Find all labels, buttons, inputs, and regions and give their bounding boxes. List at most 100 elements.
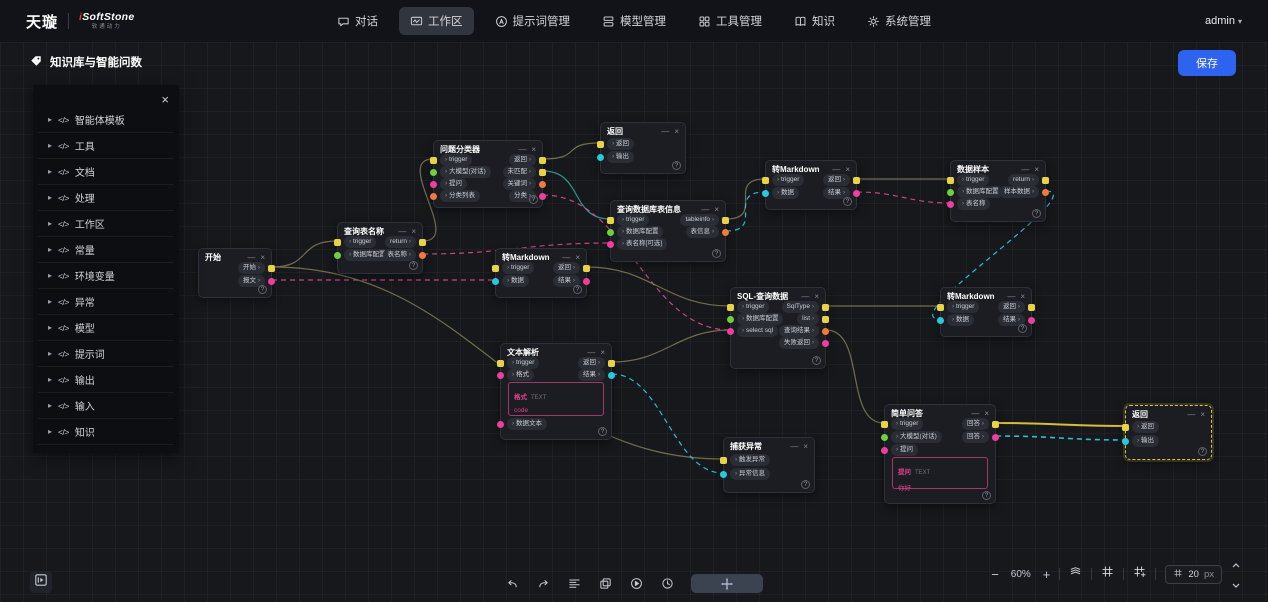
snap-objects-icon[interactable]: [1133, 565, 1146, 583]
pan-tool-button[interactable]: [691, 574, 763, 593]
close-icon[interactable]: ×: [161, 92, 169, 107]
sidebar-item-智能体模板[interactable]: ▸</>智能体模板: [38, 107, 174, 133]
field-value[interactable]: code: [514, 407, 598, 414]
nav-item-workspace[interactable]: 工作区: [399, 7, 474, 35]
help-icon[interactable]: ?: [258, 285, 267, 294]
output-port-dot[interactable]: [822, 316, 829, 323]
help-icon[interactable]: ?: [1032, 209, 1041, 218]
output-port-dot[interactable]: [539, 157, 546, 164]
close-button[interactable]: ×: [411, 227, 416, 236]
input-port-dot[interactable]: [334, 239, 341, 246]
output-port-dot[interactable]: [268, 265, 275, 272]
input-port-dot[interactable]: [607, 229, 614, 236]
minimize-button[interactable]: —: [398, 227, 406, 236]
close-button[interactable]: ×: [814, 292, 819, 301]
sidebar-item-处理[interactable]: ▸</>处理: [38, 185, 174, 211]
sidebar-item-输出[interactable]: ▸</>输出: [38, 367, 174, 393]
snap-grid-icon[interactable]: [1101, 565, 1114, 583]
output-port-dot[interactable]: [583, 278, 590, 285]
nav-item-gear[interactable]: 系统管理: [856, 7, 942, 35]
help-icon[interactable]: ?: [982, 491, 991, 500]
palette-toggle-button[interactable]: [30, 571, 52, 593]
input-port-dot[interactable]: [430, 169, 437, 176]
minimize-button[interactable]: —: [1007, 292, 1015, 301]
align-button[interactable]: [567, 577, 582, 590]
input-port-dot[interactable]: [1122, 438, 1129, 445]
output-port-dot[interactable]: [419, 239, 426, 246]
node-问题分类器[interactable]: 问题分类器—×› trigger› 大模型(对话)› 提问› 分类列表返回 ›未…: [433, 140, 543, 208]
nav-item-chat[interactable]: 对话: [326, 7, 389, 35]
edge[interactable]: [996, 423, 1125, 426]
user-menu[interactable]: admin ▾: [1205, 15, 1242, 27]
stepper-down-icon[interactable]: [1232, 575, 1240, 593]
minimize-button[interactable]: —: [971, 409, 979, 418]
undo-button[interactable]: [505, 577, 520, 590]
minimize-button[interactable]: —: [801, 292, 809, 301]
output-port-dot[interactable]: [722, 229, 729, 236]
node-返回[interactable]: 返回—×› 返回› 输出?: [1125, 405, 1212, 460]
sidebar-item-环境变量[interactable]: ▸</>环境变量: [38, 263, 174, 289]
input-port-dot[interactable]: [1122, 424, 1129, 431]
input-port-dot[interactable]: [430, 157, 437, 164]
output-port-dot[interactable]: [268, 278, 275, 285]
minimize-button[interactable]: —: [247, 253, 255, 262]
close-button[interactable]: ×: [845, 165, 850, 174]
output-port-dot[interactable]: [539, 193, 546, 200]
minimize-button[interactable]: —: [832, 165, 840, 174]
input-port-dot[interactable]: [762, 190, 769, 197]
edge[interactable]: [612, 330, 730, 362]
node-转Markdown[interactable]: 转Markdown—×› trigger› 数据返回 ›结果 ›?: [940, 287, 1032, 337]
output-port-dot[interactable]: [822, 328, 829, 335]
minimize-button[interactable]: —: [518, 145, 526, 154]
input-port-dot[interactable]: [597, 154, 604, 161]
nav-item-prompt[interactable]: 提示词管理: [484, 7, 582, 35]
output-port-dot[interactable]: [608, 372, 615, 379]
edge[interactable]: [857, 192, 950, 203]
input-port-dot[interactable]: [492, 278, 499, 285]
input-port-dot[interactable]: [597, 141, 604, 148]
output-port-dot[interactable]: [853, 190, 860, 197]
input-port-dot[interactable]: [947, 189, 954, 196]
zoom-out-button[interactable]: −: [991, 568, 999, 581]
help-icon[interactable]: ?: [1198, 447, 1207, 456]
input-port-dot[interactable]: [937, 317, 944, 324]
edge[interactable]: [826, 330, 884, 423]
input-port-dot[interactable]: [727, 328, 734, 335]
minimize-button[interactable]: —: [1187, 410, 1195, 419]
help-icon[interactable]: ?: [1018, 324, 1027, 333]
minimize-button[interactable]: —: [661, 127, 669, 136]
node-text-field[interactable]: 提问TEXT你好: [892, 457, 988, 489]
node-查询表名称[interactable]: 查询表名称—×› trigger› 数据库配置return ›表名称 ›?: [337, 222, 423, 274]
node-文本解析[interactable]: 文本解析—×› trigger› 格式› 数据文本返回 ›结果 ›格式TEXTc…: [500, 343, 612, 440]
input-port-dot[interactable]: [727, 316, 734, 323]
minimize-button[interactable]: —: [587, 348, 595, 357]
output-port-dot[interactable]: [822, 340, 829, 347]
output-port-dot[interactable]: [583, 265, 590, 272]
node-返回[interactable]: 返回—×› 返回› 输出?: [600, 122, 686, 174]
help-icon[interactable]: ?: [409, 261, 418, 270]
input-port-dot[interactable]: [947, 201, 954, 208]
input-port-dot[interactable]: [430, 193, 437, 200]
stepper-up-icon[interactable]: [1232, 555, 1240, 573]
nav-item-tools[interactable]: 工具管理: [687, 7, 773, 35]
output-port-dot[interactable]: [822, 304, 829, 311]
grid-size-value[interactable]: 20: [1188, 569, 1199, 580]
close-button[interactable]: ×: [1034, 165, 1039, 174]
close-button[interactable]: ×: [1020, 292, 1025, 301]
output-port-dot[interactable]: [1028, 317, 1035, 324]
input-port-dot[interactable]: [497, 421, 504, 428]
input-port-dot[interactable]: [607, 217, 614, 224]
output-port-dot[interactable]: [1042, 177, 1049, 184]
input-port-dot[interactable]: [492, 265, 499, 272]
close-button[interactable]: ×: [674, 127, 679, 136]
input-port-dot[interactable]: [937, 304, 944, 311]
node-查询数据库表信息[interactable]: 查询数据库表信息—×› trigger› 数据库配置› 表名称[可选]table…: [610, 200, 726, 262]
close-button[interactable]: ×: [803, 442, 808, 451]
output-port-dot[interactable]: [853, 177, 860, 184]
sidebar-item-模型[interactable]: ▸</>模型: [38, 315, 174, 341]
nav-item-model[interactable]: 模型管理: [591, 7, 677, 35]
node-捕获异常[interactable]: 捕获异常—×› 触发异常› 异常信息?: [723, 437, 815, 493]
input-port-dot[interactable]: [607, 241, 614, 248]
node-转Markdown[interactable]: 转Markdown—×› trigger› 数据返回 ›结果 ›?: [495, 248, 587, 298]
minimize-button[interactable]: —: [1021, 165, 1029, 174]
